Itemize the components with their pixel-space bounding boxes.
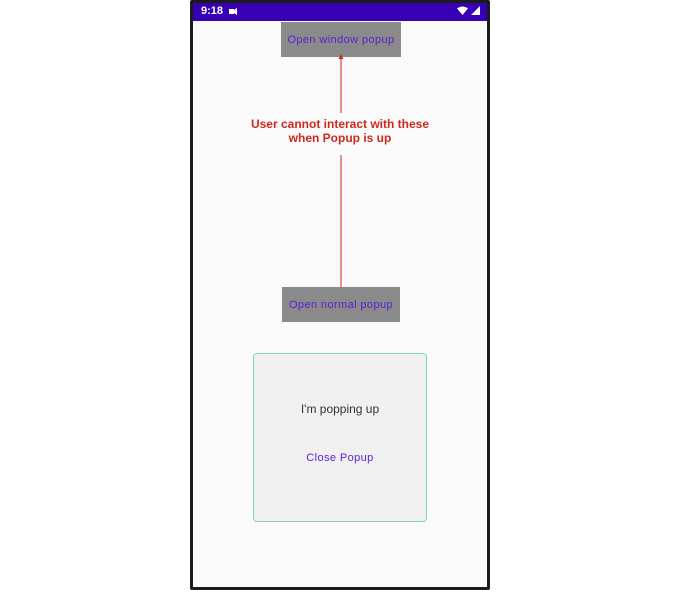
popup-card: I'm popping up Close Popup <box>253 353 427 522</box>
wifi-icon <box>457 6 468 18</box>
app-screen: 9:18 Open window popup User cannot inter… <box>193 3 487 587</box>
open-window-popup-button[interactable]: Open window popup <box>281 22 401 57</box>
popup-message: I'm popping up <box>300 402 380 416</box>
annotation-text: User cannot interact with these when Pop… <box>250 117 430 145</box>
open-normal-popup-button[interactable]: Open normal popup <box>282 287 400 322</box>
phone-frame: 9:18 Open window popup User cannot inter… <box>190 0 490 590</box>
notification-icon <box>228 7 238 19</box>
status-time: 9:18 <box>201 5 224 17</box>
status-bar: 9:18 <box>193 3 487 21</box>
status-icons <box>457 6 480 18</box>
close-popup-button[interactable]: Close Popup <box>290 446 390 470</box>
signal-icon <box>471 6 480 18</box>
